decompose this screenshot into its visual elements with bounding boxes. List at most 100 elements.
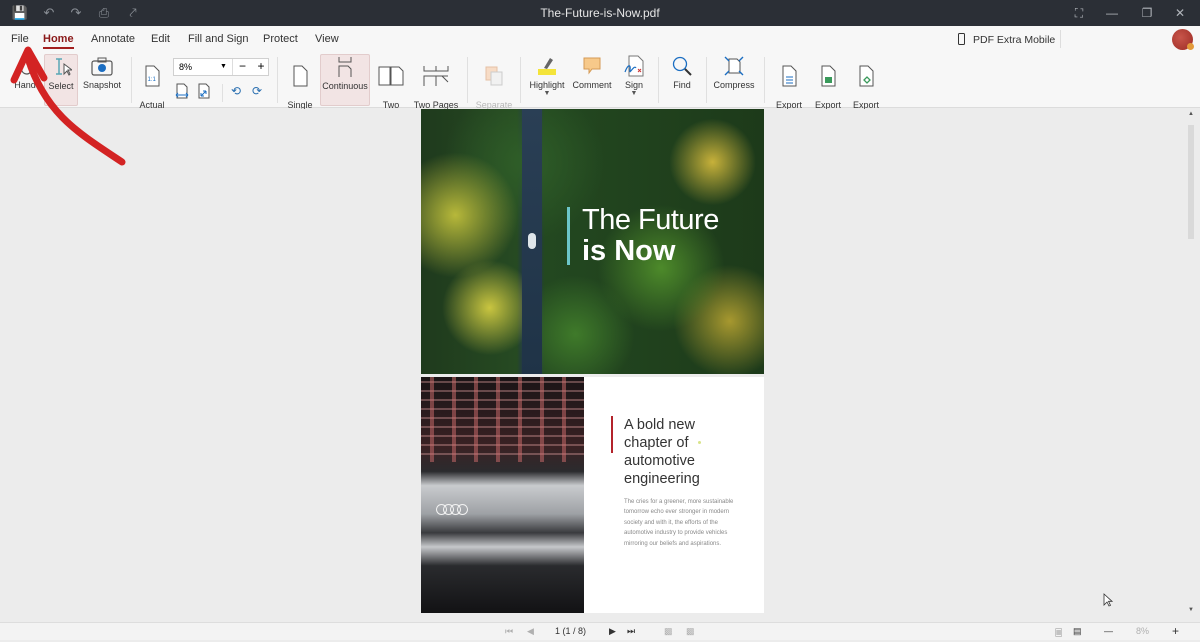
- epub-file-icon: [848, 64, 884, 88]
- status-zoom-in-button[interactable]: +: [1172, 624, 1179, 638]
- status-zoom-value: 8%: [1136, 626, 1150, 636]
- camera-icon: [82, 54, 122, 78]
- divider: [520, 57, 521, 103]
- insert-page-icon[interactable]: ▩: [664, 626, 673, 637]
- divider: [706, 57, 707, 103]
- scroll-up-icon[interactable]: ▲: [1187, 111, 1195, 117]
- excel-file-icon: [810, 64, 846, 88]
- comment-button[interactable]: Comment: [571, 54, 613, 106]
- hand-tool-button[interactable]: Hand: [8, 54, 42, 106]
- rotate-right-icon[interactable]: ⟳: [250, 83, 264, 99]
- menu-fill-and-sign[interactable]: Fill and Sign: [188, 33, 249, 45]
- menu-home[interactable]: Home: [43, 33, 74, 49]
- document-viewer[interactable]: The Future is Now A bold new chapter of …: [0, 109, 1200, 622]
- page-indicator[interactable]: 1 (1 / 8): [555, 626, 586, 636]
- rotate-left-icon[interactable]: ⟲: [229, 83, 243, 99]
- chevron-down-icon: ▼: [543, 90, 551, 97]
- snapshot-label: Snapshot: [82, 80, 122, 90]
- window-title: The-Future-is-Now.pdf: [540, 6, 660, 20]
- concept-car-image: [421, 377, 584, 613]
- signature-icon: [618, 54, 650, 78]
- pdf-page-2: A bold new chapter of automotive enginee…: [421, 377, 764, 613]
- decorative-dot: [698, 441, 701, 444]
- hand-label: Hand: [14, 80, 36, 90]
- last-page-icon[interactable]: ⏭: [627, 626, 635, 637]
- fit-page-icon[interactable]: [197, 83, 211, 99]
- minimize-icon[interactable]: —: [1102, 4, 1122, 22]
- two-pages-button[interactable]: Two Pages: [374, 54, 408, 120]
- scroll-thumb[interactable]: [1188, 125, 1194, 239]
- actual-size-icon: 1:1: [137, 64, 167, 88]
- extract-page-icon[interactable]: ▩: [686, 626, 695, 637]
- close-icon[interactable]: ✕: [1170, 4, 1190, 22]
- find-button[interactable]: Find: [665, 54, 699, 106]
- comment-label: Comment: [572, 80, 612, 90]
- mobile-label: PDF Extra Mobile: [973, 34, 1056, 46]
- continuous-button[interactable]: Continuous: [320, 54, 370, 106]
- actual-size-button[interactable]: 1:1 Actual Size: [137, 54, 167, 120]
- car-logo: [436, 504, 468, 515]
- search-icon: [665, 54, 699, 78]
- pdf-extra-mobile-button[interactable]: PDF Extra Mobile: [958, 33, 1055, 46]
- maximize-icon[interactable]: ❐: [1137, 4, 1157, 22]
- menu-file[interactable]: File: [11, 33, 29, 45]
- first-page-icon[interactable]: ⏮: [505, 626, 513, 637]
- select-label: Select: [48, 81, 74, 91]
- chevron-down-icon[interactable]: ▼: [220, 63, 227, 70]
- menu-annotate[interactable]: Annotate: [91, 33, 135, 45]
- snapshot-button[interactable]: Snapshot: [82, 54, 122, 106]
- status-bar: ⏮ ◀ 1 (1 / 8) ▶ ⏭ ▩ ▩ 🗏 ▤ — 8% +: [0, 622, 1200, 640]
- compress-icon: [712, 54, 756, 78]
- cover-title-line2: is Now: [582, 235, 676, 267]
- scroll-down-icon[interactable]: ▼: [1187, 607, 1195, 613]
- title-bar: 💾 ↶ ↷ ⎙ ⤤ The-Future-is-Now.pdf ⛶ — ❐ ✕: [0, 0, 1200, 26]
- single-page-icon: [284, 64, 316, 88]
- select-tool-button[interactable]: Select: [44, 54, 78, 106]
- zoom-out-button[interactable]: −: [232, 59, 252, 75]
- two-pages-continuous-icon: [411, 64, 461, 88]
- divider: [277, 57, 278, 103]
- mouse-cursor-icon: [1103, 593, 1113, 607]
- compress-label: Compress: [713, 80, 755, 90]
- svg-text:1:1: 1:1: [148, 77, 157, 83]
- export-to-word-button[interactable]: Export to Word: [770, 54, 808, 120]
- comment-icon: [571, 54, 613, 78]
- single-page-button[interactable]: Single Page: [284, 54, 316, 120]
- car-image: [528, 233, 536, 249]
- export-to-excel-button[interactable]: Export to Excel: [810, 54, 846, 120]
- zoom-value: 8%: [179, 62, 193, 72]
- sign-button[interactable]: Sign ▼: [618, 54, 650, 106]
- city-lights: [421, 377, 584, 462]
- zoom-combobox[interactable]: 8% ▼ − +: [173, 58, 269, 76]
- page-body-text: The cries for a greener, more sustainabl…: [624, 499, 734, 547]
- highlight-button[interactable]: Highlight ▼: [526, 54, 568, 106]
- previous-page-icon[interactable]: ◀: [527, 626, 534, 637]
- continuous-view-icon[interactable]: ▤: [1073, 626, 1082, 637]
- separate-cover-button[interactable]: Separate Cover: [473, 54, 515, 120]
- find-label: Find: [673, 80, 691, 90]
- two-pages-icon: [374, 64, 408, 88]
- heading-accent-bar: [611, 416, 613, 453]
- compress-button[interactable]: Compress: [712, 54, 756, 106]
- word-file-icon: [770, 64, 808, 88]
- next-page-icon[interactable]: ▶: [609, 626, 616, 637]
- vertical-scrollbar[interactable]: ▲ ▼: [1187, 111, 1195, 619]
- status-zoom-out-button[interactable]: —: [1104, 626, 1113, 636]
- two-pages-continuous-button[interactable]: Two Pages Continuous: [411, 54, 461, 120]
- menu-edit[interactable]: Edit: [151, 33, 170, 45]
- export-to-epub-button[interactable]: Export to ePub: [848, 54, 884, 120]
- page-heading: A bold new chapter of automotive enginee…: [624, 417, 700, 487]
- user-avatar[interactable]: [1172, 29, 1194, 50]
- zoom-in-button[interactable]: +: [252, 59, 270, 75]
- menu-view[interactable]: View: [315, 33, 339, 45]
- highlighter-icon: [526, 54, 568, 78]
- divider: [467, 57, 468, 103]
- divider: [131, 57, 132, 103]
- continuous-icon: [321, 55, 369, 79]
- fullscreen-icon[interactable]: ⛶: [1069, 4, 1089, 22]
- menu-protect[interactable]: Protect: [263, 33, 298, 45]
- fit-width-icon[interactable]: [175, 83, 189, 99]
- cover-title-line1: The Future: [582, 204, 719, 236]
- divider: [1060, 30, 1061, 48]
- phone-icon: [958, 33, 965, 45]
